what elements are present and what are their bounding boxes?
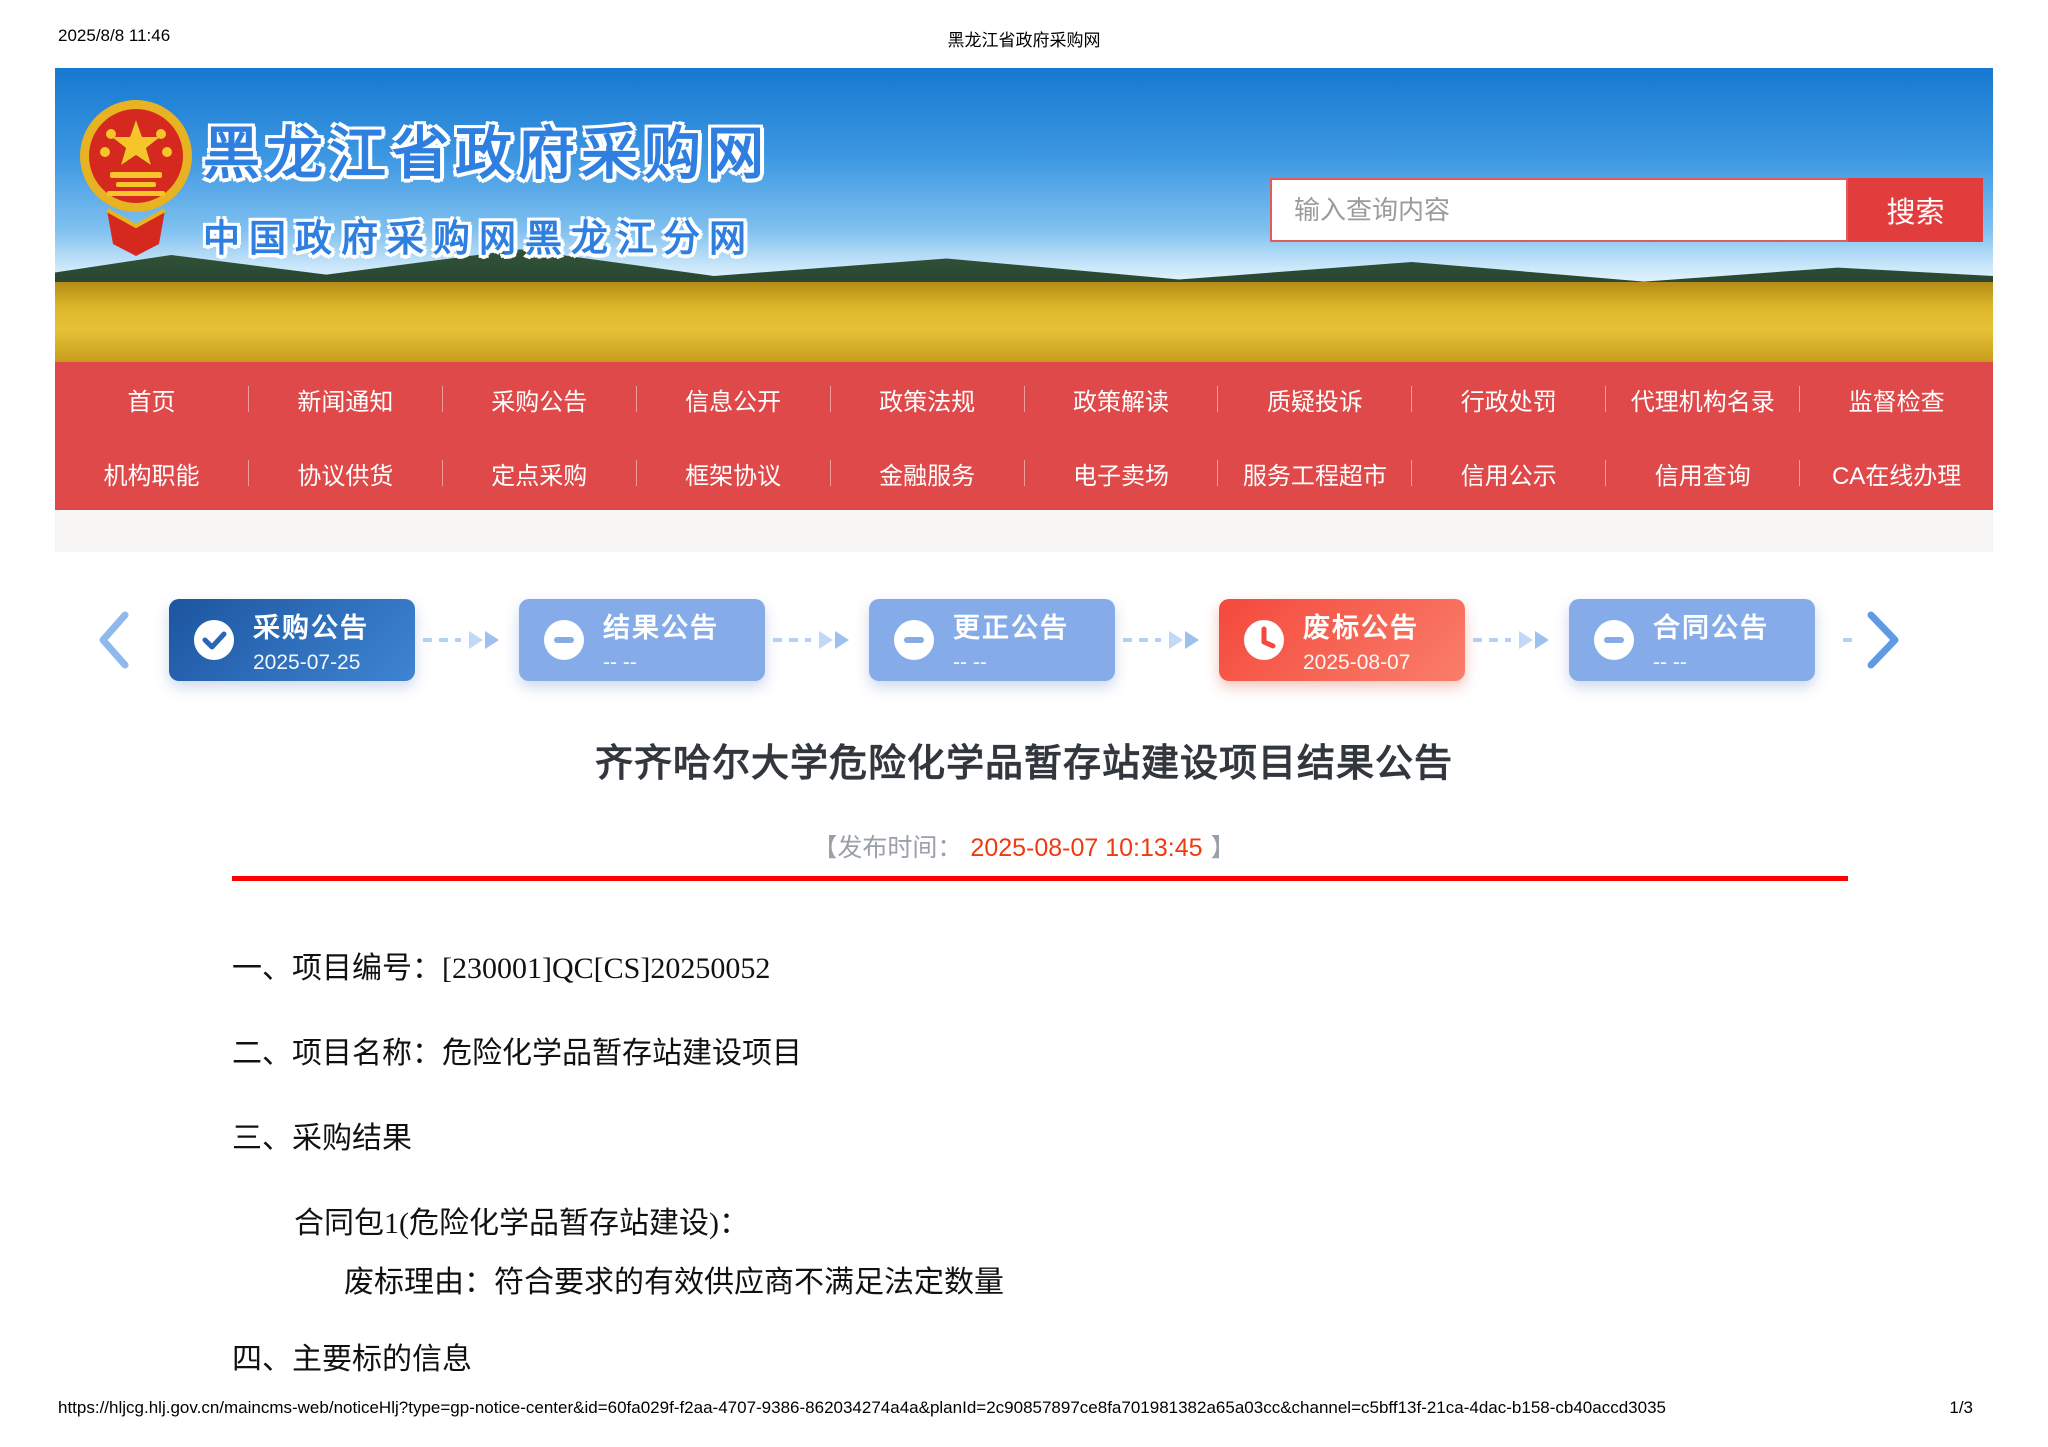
check-circle-icon [193, 619, 235, 661]
article-line: 四、主要标的信息 [232, 1343, 472, 1376]
step-label: 结果公告 [603, 612, 719, 643]
minus-circle-icon [543, 619, 585, 661]
site-title: 黑龙江省政府采购网 [203, 122, 770, 186]
timeline-arrow-icon [765, 629, 869, 651]
nav-item-row2-1[interactable]: 协议供货 [249, 456, 442, 491]
nav-item-row1-7[interactable]: 行政处罚 [1412, 382, 1605, 417]
nav-item-row2-3[interactable]: 框架协议 [637, 456, 830, 491]
search-box: 搜索 [1270, 178, 1983, 242]
sub-nav-band [55, 510, 1993, 552]
main-nav: 首页 新闻通知 采购公告 信息公开 政策法规 政策解读 质疑投诉 行政处罚 代理机构名录 监督检查… [55, 362, 1993, 510]
chevron-left-icon[interactable] [97, 611, 131, 669]
clock-icon [1243, 619, 1285, 661]
nav-item-row2-5[interactable]: 电子卖场 [1025, 456, 1218, 491]
nav-row-1: 首页 新闻通知 采购公告 信息公开 政策法规 政策解读 质疑投诉 行政处罚 代理机构名录 监督检查 [55, 362, 1993, 436]
nav-item-row1-8[interactable]: 代理机构名录 [1606, 382, 1799, 417]
red-divider [232, 876, 1848, 881]
timeline-step-5[interactable]: 合同公告 -- -- [1569, 599, 1815, 681]
page-indicator: 1/3 [1949, 1398, 1973, 1417]
article-line: 合同包1(危险化学品暂存站建设)： [294, 1207, 749, 1240]
publish-label-close: 】 [1210, 834, 1236, 862]
timeline-arrow-icon [415, 629, 519, 651]
step-texts: 废标公告 2025-08-07 [1303, 606, 1419, 675]
step-label: 合同公告 [1653, 612, 1769, 643]
nav-item-row2-9[interactable]: CA在线办理 [1800, 456, 1993, 491]
nav-item-row1-9[interactable]: 监督检查 [1800, 382, 1993, 417]
nav-row-2: 机构职能 协议供货 定点采购 框架协议 金融服务 电子卖场 服务工程超市 信用公示 信用查询 CA… [55, 436, 1993, 510]
article-line: 一、项目编号：[230001]QC[CS]20250052 [232, 952, 771, 985]
article-body: 一、项目编号：[230001]QC[CS]20250052 二、项目名称：危险化学… [232, 952, 1852, 1428]
timeline-arrow-icon [1115, 629, 1219, 651]
step-label: 废标公告 [1303, 612, 1419, 643]
publish-label: 【发布时间： [812, 834, 963, 862]
nav-item-row1-5[interactable]: 政策解读 [1025, 382, 1218, 417]
page-url: https://hljcg.hlj.gov.cn/maincms-web/not… [58, 1398, 1666, 1417]
timeline-step-4[interactable]: 废标公告 2025-08-07 [1219, 599, 1465, 681]
step-texts: 采购公告 2025-07-25 [253, 606, 369, 675]
step-date: -- -- [953, 650, 987, 674]
minus-circle-icon [1593, 619, 1635, 661]
search-button[interactable]: 搜索 [1848, 178, 1983, 242]
article-line: 二、项目名称：危险化学品暂存站建设项目 [232, 1037, 802, 1070]
step-texts: 更正公告 -- -- [953, 606, 1069, 675]
step-texts: 合同公告 -- -- [1653, 606, 1769, 675]
nav-item-row1-3[interactable]: 信息公开 [637, 382, 830, 417]
chevron-right-icon[interactable] [1841, 611, 1901, 669]
print-footer: https://hljcg.hlj.gov.cn/maincms-web/not… [0, 1398, 2048, 1424]
nav-item-row1-2[interactable]: 采购公告 [443, 382, 636, 417]
print-doc-title: 黑龙江省政府采购网 [947, 31, 1101, 50]
step-date: 2025-07-25 [253, 650, 361, 674]
step-label: 更正公告 [953, 612, 1069, 643]
minus-circle-icon [893, 619, 935, 661]
print-header: 2025/8/8 11:46 黑龙江省政府采购网 [0, 26, 2048, 56]
nav-item-row1-6[interactable]: 质疑投诉 [1218, 382, 1411, 417]
step-texts: 结果公告 -- -- [603, 606, 719, 675]
timeline-arrow-icon [1465, 629, 1569, 651]
site-identity: 黑龙江省政府采购网 中国政府采购网黑龙江分网 [203, 108, 770, 262]
article-title: 齐齐哈尔大学危险化学品暂存站建设项目结果公告 [594, 743, 1453, 785]
nav-item-row1-0[interactable]: 首页 [55, 382, 248, 417]
nav-item-row2-8[interactable]: 信用查询 [1606, 456, 1799, 491]
search-input[interactable] [1270, 178, 1848, 242]
site-subtitle: 中国政府采购网黑龙江分网 [203, 218, 755, 259]
nav-item-row2-6[interactable]: 服务工程超市 [1218, 456, 1411, 491]
step-label: 采购公告 [253, 612, 369, 643]
step-date: 2025-08-07 [1303, 650, 1411, 674]
publish-time-line: 【发布时间： 2025-08-07 10:13:45】 [0, 828, 2048, 864]
article-line: 废标理由：符合要求的有效供应商不满足法定数量 [344, 1266, 1004, 1299]
nav-item-row2-2[interactable]: 定点采购 [443, 456, 636, 491]
step-date: -- -- [1653, 650, 1687, 674]
timeline-step-2[interactable]: 结果公告 -- -- [519, 599, 765, 681]
nav-item-row1-4[interactable]: 政策法规 [831, 382, 1024, 417]
article-line: 三、采购结果 [232, 1122, 412, 1155]
step-date: -- -- [603, 650, 637, 674]
timeline-step-3[interactable]: 更正公告 -- -- [869, 599, 1115, 681]
nav-item-row2-0[interactable]: 机构职能 [55, 456, 248, 491]
timeline-step-1[interactable]: 采购公告 2025-07-25 [169, 599, 415, 681]
banner-field [55, 282, 1993, 362]
nav-item-row1-1[interactable]: 新闻通知 [249, 382, 442, 417]
nav-item-row2-7[interactable]: 信用公示 [1412, 456, 1605, 491]
site-banner: 黑龙江省政府采购网 中国政府采购网黑龙江分网 搜索 [55, 68, 1993, 362]
china-national-emblem-icon [77, 90, 195, 258]
publish-datetime: 2025-08-07 10:13:45 [970, 834, 1203, 862]
notice-timeline: 采购公告 2025-07-25 结果公告 -- -- 更正公告 -- -- 废标公告 2025… [55, 592, 1993, 688]
nav-item-row2-4[interactable]: 金融服务 [831, 456, 1024, 491]
